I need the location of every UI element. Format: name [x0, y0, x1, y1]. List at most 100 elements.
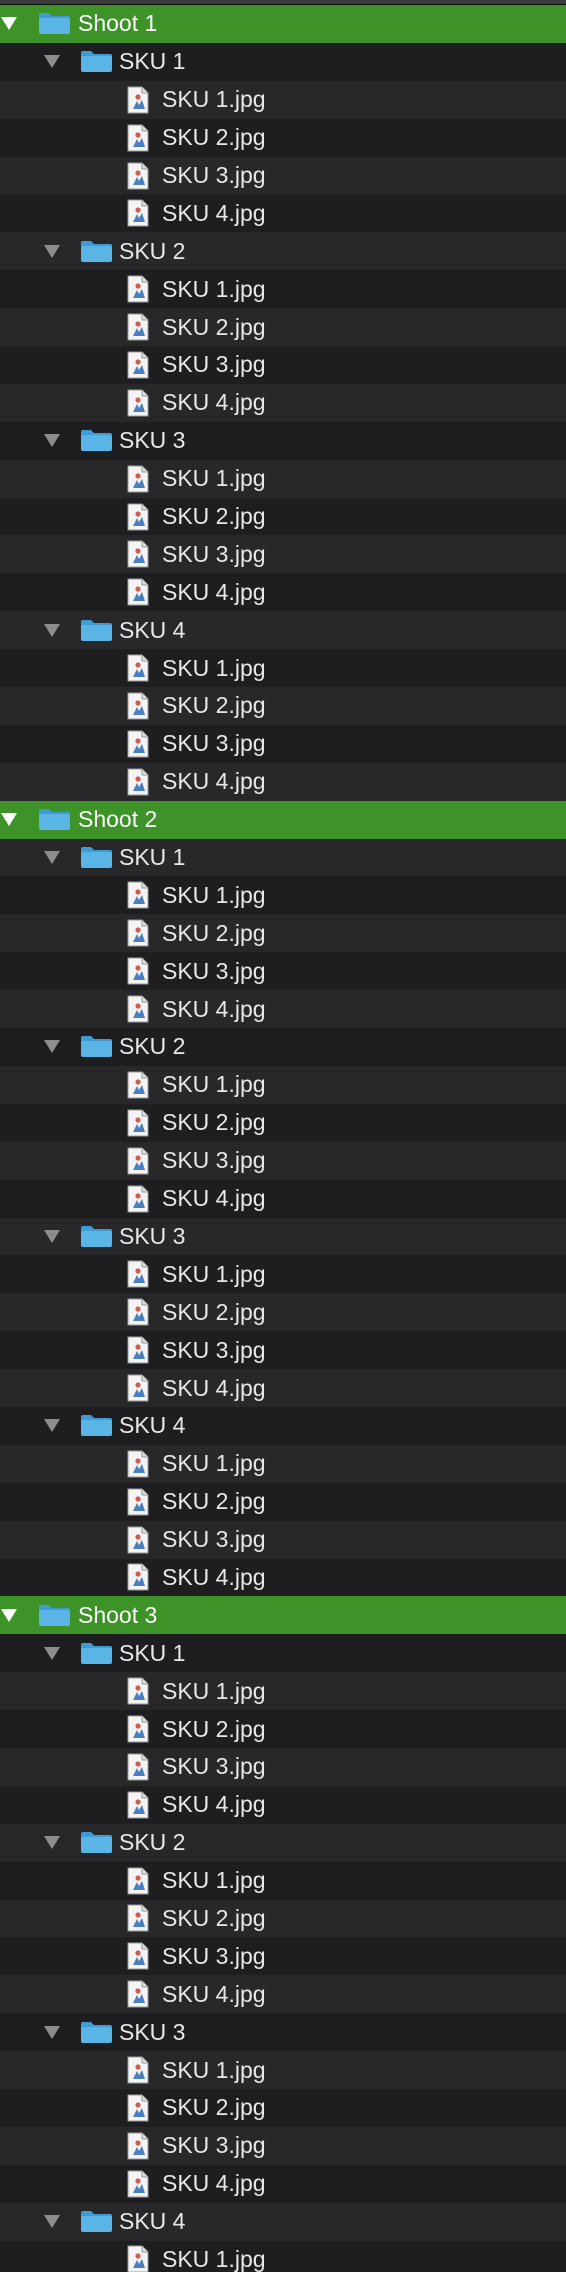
disclosure-triangle-expanded-icon[interactable]	[44, 1836, 60, 1850]
file-row[interactable]: SKU 3.jpg	[0, 952, 566, 991]
disclosure-triangle-expanded-icon[interactable]	[44, 1419, 60, 1433]
folder-icon	[81, 1225, 112, 1247]
sku-folder-label: SKU 1	[119, 1639, 186, 1666]
jpeg-file-icon	[127, 1791, 149, 1819]
file-row[interactable]: SKU 3.jpg	[0, 2126, 566, 2165]
file-row[interactable]: SKU 4.jpg	[0, 990, 566, 1029]
file-row[interactable]: SKU 3.jpg	[0, 1937, 566, 1976]
file-name: SKU 1.jpg	[162, 1071, 266, 1098]
file-row[interactable]: SKU 2.jpg	[0, 1103, 566, 1142]
jpeg-file-icon	[127, 1147, 149, 1175]
file-row[interactable]: SKU 3.jpg	[0, 1141, 566, 1180]
sku-folder-row[interactable]: SKU 4	[0, 611, 566, 650]
sku-folder-row[interactable]: SKU 1	[0, 42, 566, 81]
file-name: SKU 4.jpg	[162, 1374, 266, 1401]
sku-folder-row[interactable]: SKU 3	[0, 421, 566, 460]
file-row[interactable]: SKU 3.jpg	[0, 535, 566, 574]
sku-folder-row[interactable]: SKU 2	[0, 1028, 566, 1066]
disclosure-triangle-expanded-icon[interactable]	[44, 851, 60, 865]
shoot-folder-row[interactable]: Shoot 1	[0, 5, 566, 43]
file-row[interactable]: SKU 4.jpg	[0, 194, 566, 233]
file-row[interactable]: SKU 2.jpg	[0, 2088, 566, 2127]
sku-folder-label: SKU 3	[119, 2018, 186, 2045]
file-row[interactable]: SKU 1.jpg	[0, 1065, 566, 1104]
folder-icon	[81, 1415, 112, 1437]
sku-folder-row[interactable]: SKU 1	[0, 838, 566, 877]
file-row[interactable]: SKU 1.jpg	[0, 1444, 566, 1483]
file-row[interactable]: SKU 1.jpg	[0, 876, 566, 915]
file-name: SKU 3.jpg	[162, 730, 266, 757]
file-name: SKU 1.jpg	[162, 1450, 266, 1477]
sku-folder-row[interactable]: SKU 2	[0, 1823, 566, 1862]
file-row[interactable]: SKU 4.jpg	[0, 1558, 566, 1597]
file-row[interactable]: SKU 3.jpg	[0, 724, 566, 763]
file-row[interactable]: SKU 1.jpg	[0, 459, 566, 498]
file-row[interactable]: SKU 4.jpg	[0, 762, 566, 801]
shoot-folder-row[interactable]: Shoot 2	[0, 800, 566, 839]
file-row[interactable]: SKU 1.jpg	[0, 1861, 566, 1900]
file-row[interactable]: SKU 4.jpg	[0, 383, 566, 422]
jpeg-file-icon	[127, 2170, 149, 2198]
sku-folder-label: SKU 4	[119, 1412, 186, 1439]
file-row[interactable]: SKU 3.jpg	[0, 346, 566, 384]
file-row[interactable]: SKU 2.jpg	[0, 1899, 566, 1938]
disclosure-triangle-expanded-icon[interactable]	[44, 1229, 60, 1243]
file-row[interactable]: SKU 4.jpg	[0, 1369, 566, 1407]
disclosure-triangle-expanded-icon[interactable]	[1, 17, 17, 31]
file-row[interactable]: SKU 2.jpg	[0, 1710, 566, 1748]
jpeg-file-icon	[127, 351, 149, 379]
jpeg-file-icon	[127, 1980, 149, 2008]
sku-folder-row[interactable]: SKU 4	[0, 2202, 566, 2241]
jpeg-file-icon	[127, 881, 149, 909]
disclosure-triangle-expanded-icon[interactable]	[44, 2215, 60, 2229]
shoot-folder-row[interactable]: Shoot 3	[0, 1596, 566, 1635]
sku-folder-row[interactable]: SKU 4	[0, 1406, 566, 1445]
file-name: SKU 2.jpg	[162, 692, 266, 719]
folder-icon	[81, 1832, 112, 1854]
file-row[interactable]: SKU 3.jpg	[0, 156, 566, 195]
file-row[interactable]: SKU 1.jpg	[0, 2051, 566, 2089]
file-row[interactable]: SKU 4.jpg	[0, 1785, 566, 1824]
disclosure-triangle-expanded-icon[interactable]	[44, 1040, 60, 1054]
jpeg-file-icon	[127, 1071, 149, 1099]
folder-icon	[81, 2211, 112, 2233]
disclosure-triangle-expanded-icon[interactable]	[44, 2025, 60, 2039]
sku-folder-row[interactable]: SKU 3	[0, 2013, 566, 2052]
file-row[interactable]: SKU 4.jpg	[0, 1179, 566, 1218]
disclosure-triangle-expanded-icon[interactable]	[44, 623, 60, 637]
file-name: SKU 2.jpg	[162, 124, 266, 151]
file-row[interactable]: SKU 2.jpg	[0, 1293, 566, 1332]
disclosure-triangle-expanded-icon[interactable]	[1, 813, 17, 827]
disclosure-triangle-expanded-icon[interactable]	[44, 244, 60, 258]
file-row[interactable]: SKU 1.jpg	[0, 649, 566, 688]
file-row[interactable]: SKU 1.jpg	[0, 2240, 566, 2272]
file-row[interactable]: SKU 1.jpg	[0, 270, 566, 309]
jpeg-file-icon	[127, 957, 149, 985]
file-row[interactable]: SKU 2.jpg	[0, 118, 566, 157]
file-row[interactable]: SKU 4.jpg	[0, 1975, 566, 2014]
disclosure-triangle-expanded-icon[interactable]	[44, 1646, 60, 1660]
file-row[interactable]: SKU 4.jpg	[0, 573, 566, 612]
file-row[interactable]: SKU 2.jpg	[0, 308, 566, 347]
file-row[interactable]: SKU 1.jpg	[0, 1672, 566, 1711]
file-name: SKU 1.jpg	[162, 2245, 266, 2272]
file-row[interactable]: SKU 2.jpg	[0, 1482, 566, 1521]
file-row[interactable]: SKU 2.jpg	[0, 687, 566, 725]
sku-folder-row[interactable]: SKU 1	[0, 1634, 566, 1673]
jpeg-file-icon	[127, 1753, 149, 1781]
file-row[interactable]: SKU 2.jpg	[0, 914, 566, 953]
file-row[interactable]: SKU 4.jpg	[0, 2164, 566, 2203]
file-row[interactable]: SKU 2.jpg	[0, 497, 566, 536]
file-row[interactable]: SKU 1.jpg	[0, 80, 566, 119]
file-row[interactable]: SKU 3.jpg	[0, 1331, 566, 1370]
file-row[interactable]: SKU 1.jpg	[0, 1255, 566, 1294]
sku-folder-row[interactable]: SKU 3	[0, 1217, 566, 1256]
disclosure-triangle-expanded-icon[interactable]	[44, 434, 60, 448]
folder-icon	[81, 2021, 112, 2043]
file-row[interactable]: SKU 3.jpg	[0, 1747, 566, 1786]
file-name: SKU 4.jpg	[162, 995, 266, 1022]
sku-folder-row[interactable]: SKU 2	[0, 232, 566, 271]
file-row[interactable]: SKU 3.jpg	[0, 1520, 566, 1559]
disclosure-triangle-expanded-icon[interactable]	[1, 1608, 17, 1622]
disclosure-triangle-expanded-icon[interactable]	[44, 55, 60, 69]
